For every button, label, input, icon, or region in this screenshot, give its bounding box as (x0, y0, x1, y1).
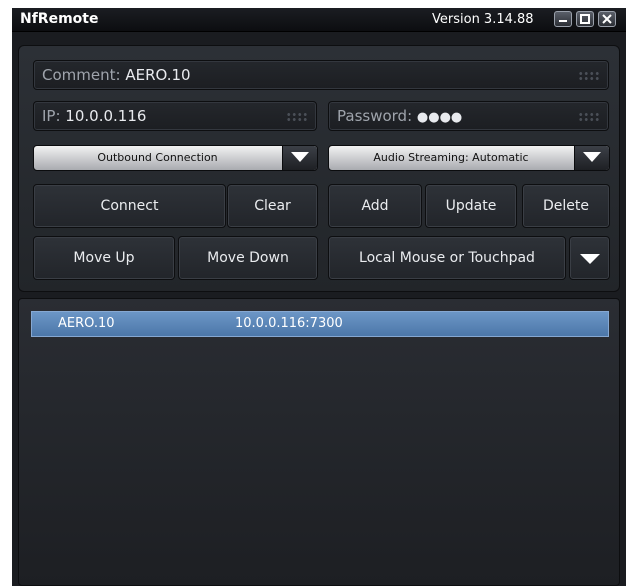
chevron-down-icon (583, 152, 601, 162)
keypad-icon (286, 112, 308, 122)
list-item-name: AERO.10 (58, 316, 115, 331)
minimize-button[interactable] (554, 11, 572, 27)
input-mode-button[interactable]: Local Mouse or Touchpad (328, 236, 566, 280)
audio-streaming-value: Audio Streaming: Automatic (373, 151, 529, 164)
input-mode-dropdown-button[interactable] (569, 236, 610, 280)
connection-list[interactable]: AERO.10 10.0.0.116:7300 (18, 298, 620, 586)
password-field[interactable]: Password: ●●●● (328, 101, 609, 131)
clear-button[interactable]: Clear (227, 184, 318, 228)
keypad-icon (578, 71, 600, 81)
title-bar[interactable]: NfRemote Version 3.14.88 (12, 8, 626, 32)
connection-panel: Comment: AERO.10 IP: 10.0.0.116 Password… (18, 45, 620, 292)
update-button[interactable]: Update (425, 184, 517, 228)
chevron-down-icon (291, 152, 309, 162)
ip-label: IP: (42, 107, 66, 125)
password-value: ●●●● (416, 110, 463, 125)
connect-button[interactable]: Connect (33, 184, 226, 228)
list-item[interactable]: AERO.10 10.0.0.116:7300 (31, 311, 609, 337)
ip-field[interactable]: IP: 10.0.0.116 (33, 101, 317, 131)
list-item-address: 10.0.0.116:7300 (235, 316, 343, 331)
maximize-icon (580, 14, 590, 24)
password-label: Password: (337, 107, 417, 125)
close-button[interactable] (598, 11, 616, 27)
connection-type-value: Outbound Connection (97, 151, 218, 164)
chevron-down-icon (580, 254, 600, 264)
keypad-icon (578, 112, 600, 122)
minimize-icon (559, 20, 567, 22)
move-down-button[interactable]: Move Down (178, 236, 318, 280)
delete-button[interactable]: Delete (522, 184, 610, 228)
add-button[interactable]: Add (328, 184, 422, 228)
app-title: NfRemote (20, 11, 99, 27)
connection-type-dropdown[interactable]: Outbound Connection (33, 145, 318, 171)
ip-value: 10.0.0.116 (65, 107, 147, 125)
comment-label: Comment: (42, 66, 126, 84)
comment-field[interactable]: Comment: AERO.10 (33, 60, 609, 90)
maximize-button[interactable] (576, 11, 594, 27)
version-label: Version 3.14.88 (432, 12, 534, 27)
nfremote-window: NfRemote Version 3.14.88 Comment: AERO.1… (12, 8, 626, 586)
audio-streaming-dropdown[interactable]: Audio Streaming: Automatic (328, 145, 610, 171)
move-up-button[interactable]: Move Up (33, 236, 175, 280)
close-icon (602, 14, 612, 24)
comment-value: AERO.10 (125, 66, 191, 84)
